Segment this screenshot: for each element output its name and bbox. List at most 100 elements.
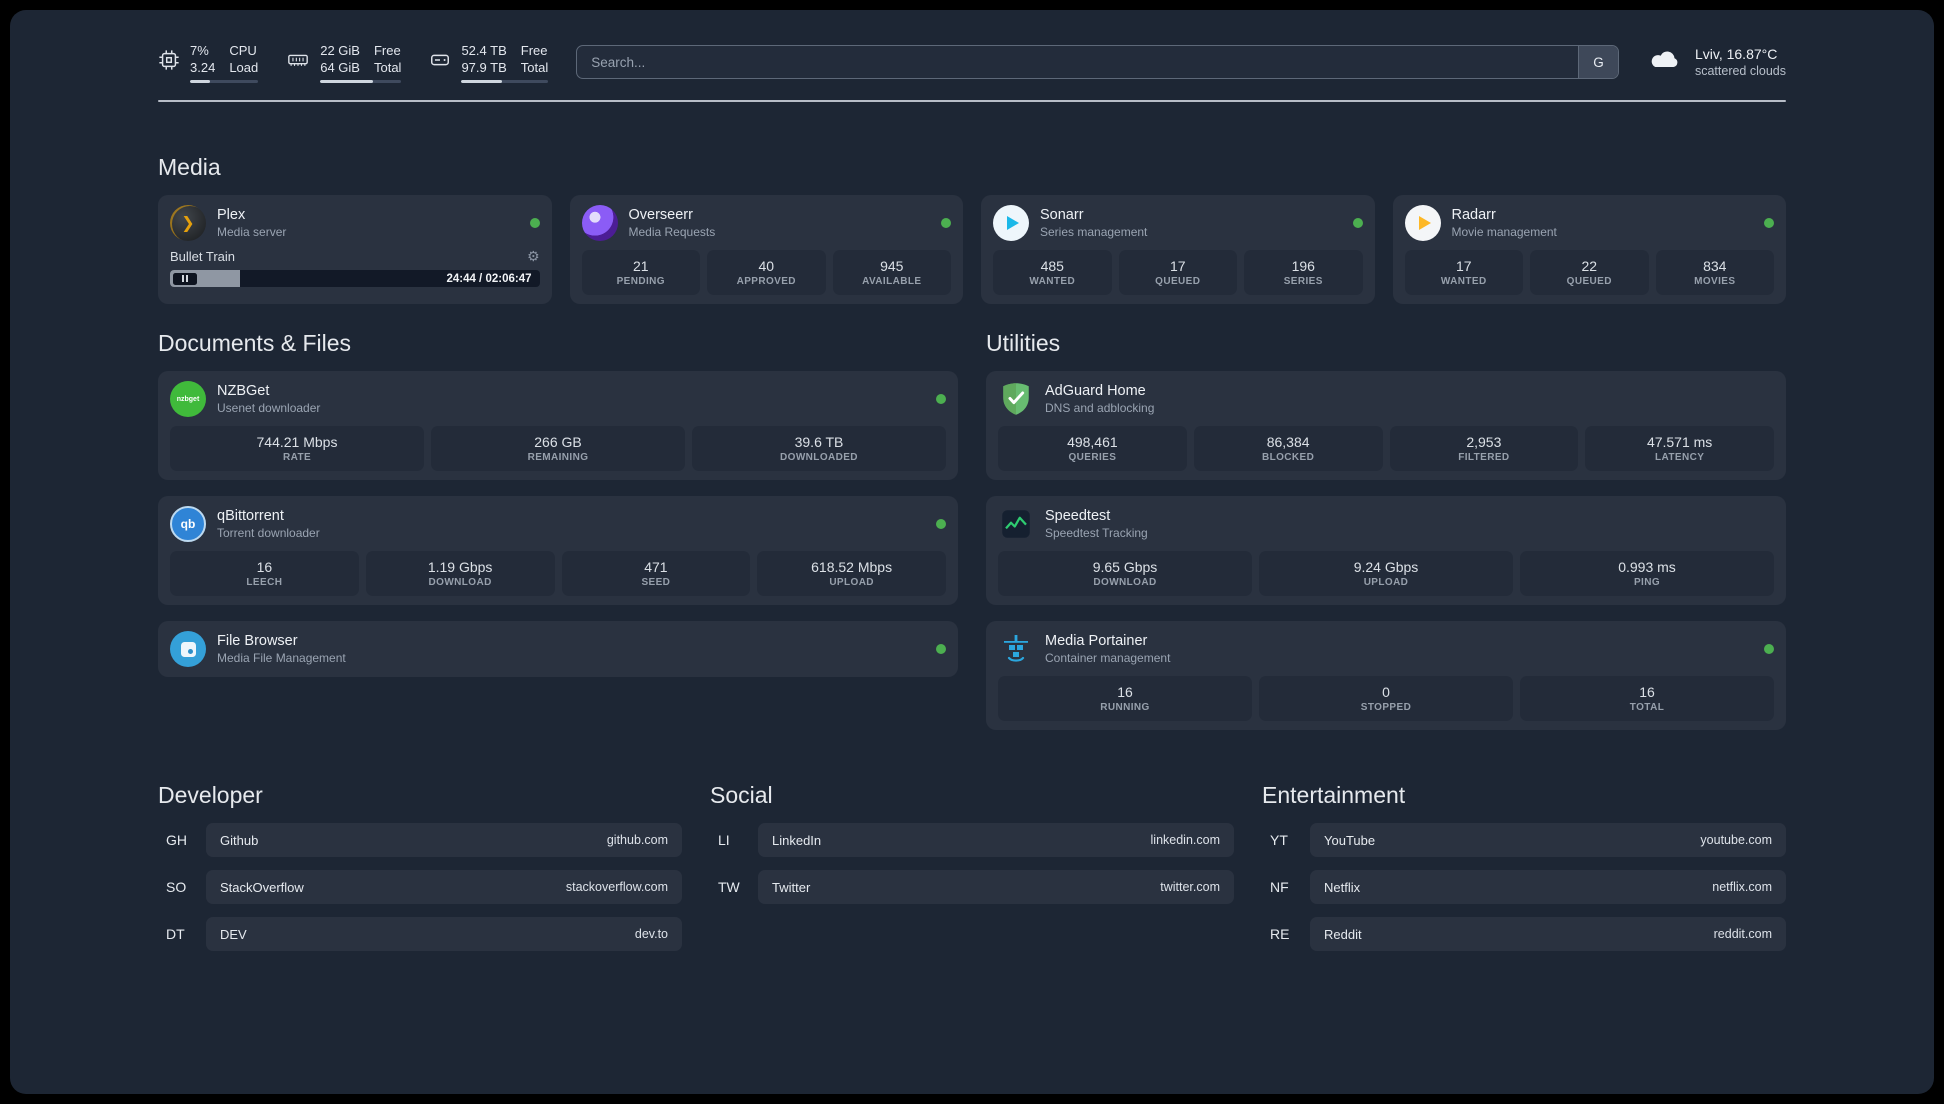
stat-box: 16 TOTAL: [1520, 676, 1774, 721]
bookmark-stackoverflow[interactable]: SO StackOverflow stackoverflow.com: [158, 870, 682, 904]
bookmark-abbr: GH: [166, 832, 187, 848]
stat-label: QUEUED: [1566, 276, 1612, 287]
stat-box: 196 SERIES: [1244, 250, 1363, 295]
bookmark-netflix[interactable]: NF Netflix netflix.com: [1262, 870, 1786, 904]
bookmark-abbr: RE: [1270, 926, 1290, 942]
service-card-plex[interactable]: ❯ Plex Media server Bullet Train ⚙ 24:44…: [158, 195, 552, 304]
stat-box: 21 PENDING: [581, 250, 700, 295]
bookmark-pill: Reddit reddit.com: [1310, 917, 1786, 951]
stat-label: DOWNLOAD: [1093, 577, 1157, 588]
bookmark-youtube[interactable]: YT YouTube youtube.com: [1262, 823, 1786, 857]
stat-box: 498,461 QUERIES: [998, 426, 1187, 471]
bookmark-name: Twitter: [772, 879, 811, 895]
bookmark-pill: DEV dev.to: [206, 917, 682, 951]
stat-box: 16 LEECH: [170, 551, 359, 596]
cpu-progress-fill: [190, 79, 211, 83]
disk-progress-fill: [461, 79, 503, 83]
middle-columns: Documents & Files nzbget NZBGet Usenet d…: [158, 330, 1786, 730]
stat-box: 2,953 FILTERED: [1389, 426, 1579, 471]
cpu-load: 3.24: [190, 59, 216, 75]
stat-value: 47.571 ms: [1646, 434, 1713, 450]
overseerr-icon: [581, 205, 618, 241]
bookmark-name: Reddit: [1324, 926, 1362, 942]
stat-value: 266 GB: [534, 434, 582, 450]
service-card-radarr[interactable]: Radarr Movie management 17 WANTED 22 QUE…: [1392, 195, 1786, 304]
adguard-shield-icon: [998, 381, 1034, 417]
stat-label: APPROVED: [736, 276, 796, 287]
memory-widget: 22 GiB 64 GiB Free Total: [286, 42, 402, 83]
status-dot: [1764, 218, 1774, 228]
qbittorrent-icon: qb: [170, 506, 206, 542]
bookmark-abbr: TW: [718, 879, 740, 895]
bookmark-reddit[interactable]: RE Reddit reddit.com: [1262, 917, 1786, 951]
stat-value: 471: [644, 559, 668, 575]
playback-progress-bar[interactable]: 24:44 / 02:06:47: [170, 270, 540, 287]
stat-label: PENDING: [616, 276, 665, 287]
bookmark-github[interactable]: GH Github github.com: [158, 823, 682, 857]
plex-icon: ❯: [170, 205, 206, 241]
sonarr-icon: [993, 205, 1029, 241]
stat-value: 498,461: [1067, 434, 1118, 450]
service-card-filebrowser[interactable]: File Browser Media File Management: [158, 621, 958, 677]
search-provider-button[interactable]: G: [1577, 46, 1618, 78]
playback-time: 24:44 / 02:06:47: [446, 272, 532, 285]
stat-label: WANTED: [1440, 276, 1487, 287]
section-title-entertainment: Entertainment: [1262, 782, 1406, 808]
bookmark-abbr: SO: [166, 879, 187, 895]
stat-box: 39.6 TB DOWNLOADED: [692, 426, 946, 471]
service-card-nzbget[interactable]: nzbget NZBGet Usenet downloader 744.21 M…: [158, 371, 958, 480]
stat-label: AVAILABLE: [862, 276, 922, 287]
speedtest-chart-icon: [998, 506, 1034, 542]
section-title-media: Media: [158, 154, 221, 180]
bookmark-name: StackOverflow: [220, 879, 304, 895]
service-card-adguard[interactable]: AdGuard Home DNS and adblocking 498,461 …: [986, 371, 1786, 480]
bookmark-pill: Twitter twitter.com: [758, 870, 1234, 904]
search-bar: G: [576, 45, 1619, 79]
stat-box: 17 QUEUED: [1118, 250, 1237, 295]
search-input[interactable]: [577, 46, 1578, 78]
bookmark-linkedin[interactable]: LI LinkedIn linkedin.com: [710, 823, 1234, 857]
service-name: Media Portainer: [1045, 633, 1148, 649]
stat-value: 2,953: [1466, 434, 1502, 450]
stat-value: 16: [1639, 684, 1655, 700]
bookmark-domain: reddit.com: [1713, 927, 1772, 941]
service-card-sonarr[interactable]: Sonarr Series management 485 WANTED 17 Q…: [981, 195, 1375, 304]
service-subtitle: Series management: [1040, 225, 1148, 239]
stat-label: BLOCKED: [1262, 452, 1315, 463]
disk-progress-bar: [461, 79, 549, 83]
memory-total-label: Total: [373, 59, 402, 75]
status-dot: [1352, 218, 1363, 228]
service-card-overseerr[interactable]: Overseerr Media Requests 21 PENDING 40 A…: [569, 195, 963, 304]
stat-value: 196: [1291, 258, 1315, 274]
memory-progress-bar: [320, 79, 402, 83]
bookmark-dev[interactable]: DT DEV dev.to: [158, 917, 682, 951]
service-card-qbittorrent[interactable]: qb qBittorrent Torrent downloader 16 LEE…: [158, 496, 958, 605]
cpu-load-label: Load: [229, 59, 259, 75]
stat-label: SEED: [641, 577, 671, 588]
cpu-progress-bar: [190, 79, 259, 83]
gear-icon[interactable]: ⚙: [527, 248, 540, 265]
stat-label: RATE: [282, 452, 312, 463]
bookmark-twitter[interactable]: TW Twitter twitter.com: [710, 870, 1234, 904]
bookmark-domain: linkedin.com: [1150, 833, 1220, 847]
stat-value: 9.65 Gbps: [1092, 559, 1158, 575]
status-dot: [936, 644, 946, 654]
bookmark-name: YouTube: [1324, 832, 1376, 848]
service-name: Overseerr: [628, 207, 693, 223]
pause-icon[interactable]: [173, 272, 197, 285]
service-subtitle: Movie management: [1451, 225, 1557, 239]
disk-widget: 52.4 TB 97.9 TB Free Total: [429, 42, 549, 83]
stat-box: 744.21 Mbps RATE: [170, 426, 424, 471]
service-card-speedtest[interactable]: Speedtest Speedtest Tracking 9.65 Gbps D…: [986, 496, 1786, 605]
bookmark-name: Netflix: [1324, 879, 1361, 895]
stat-value: 86,384: [1266, 434, 1310, 450]
status-dot: [936, 519, 946, 529]
cloud-icon: [1647, 47, 1683, 78]
section-documents: Documents & Files nzbget NZBGet Usenet d…: [158, 330, 958, 730]
service-card-portainer[interactable]: Media Portainer Container management 16 …: [986, 621, 1786, 730]
service-subtitle: Torrent downloader: [217, 526, 320, 540]
stat-box: 834 MOVIES: [1655, 250, 1774, 295]
top-bar: 7% 3.24 CPU Load 22 GiB 64 GiB Free Tota…: [158, 40, 1786, 84]
stat-box: 9.65 Gbps DOWNLOAD: [998, 551, 1252, 596]
service-name: Sonarr: [1040, 207, 1084, 223]
